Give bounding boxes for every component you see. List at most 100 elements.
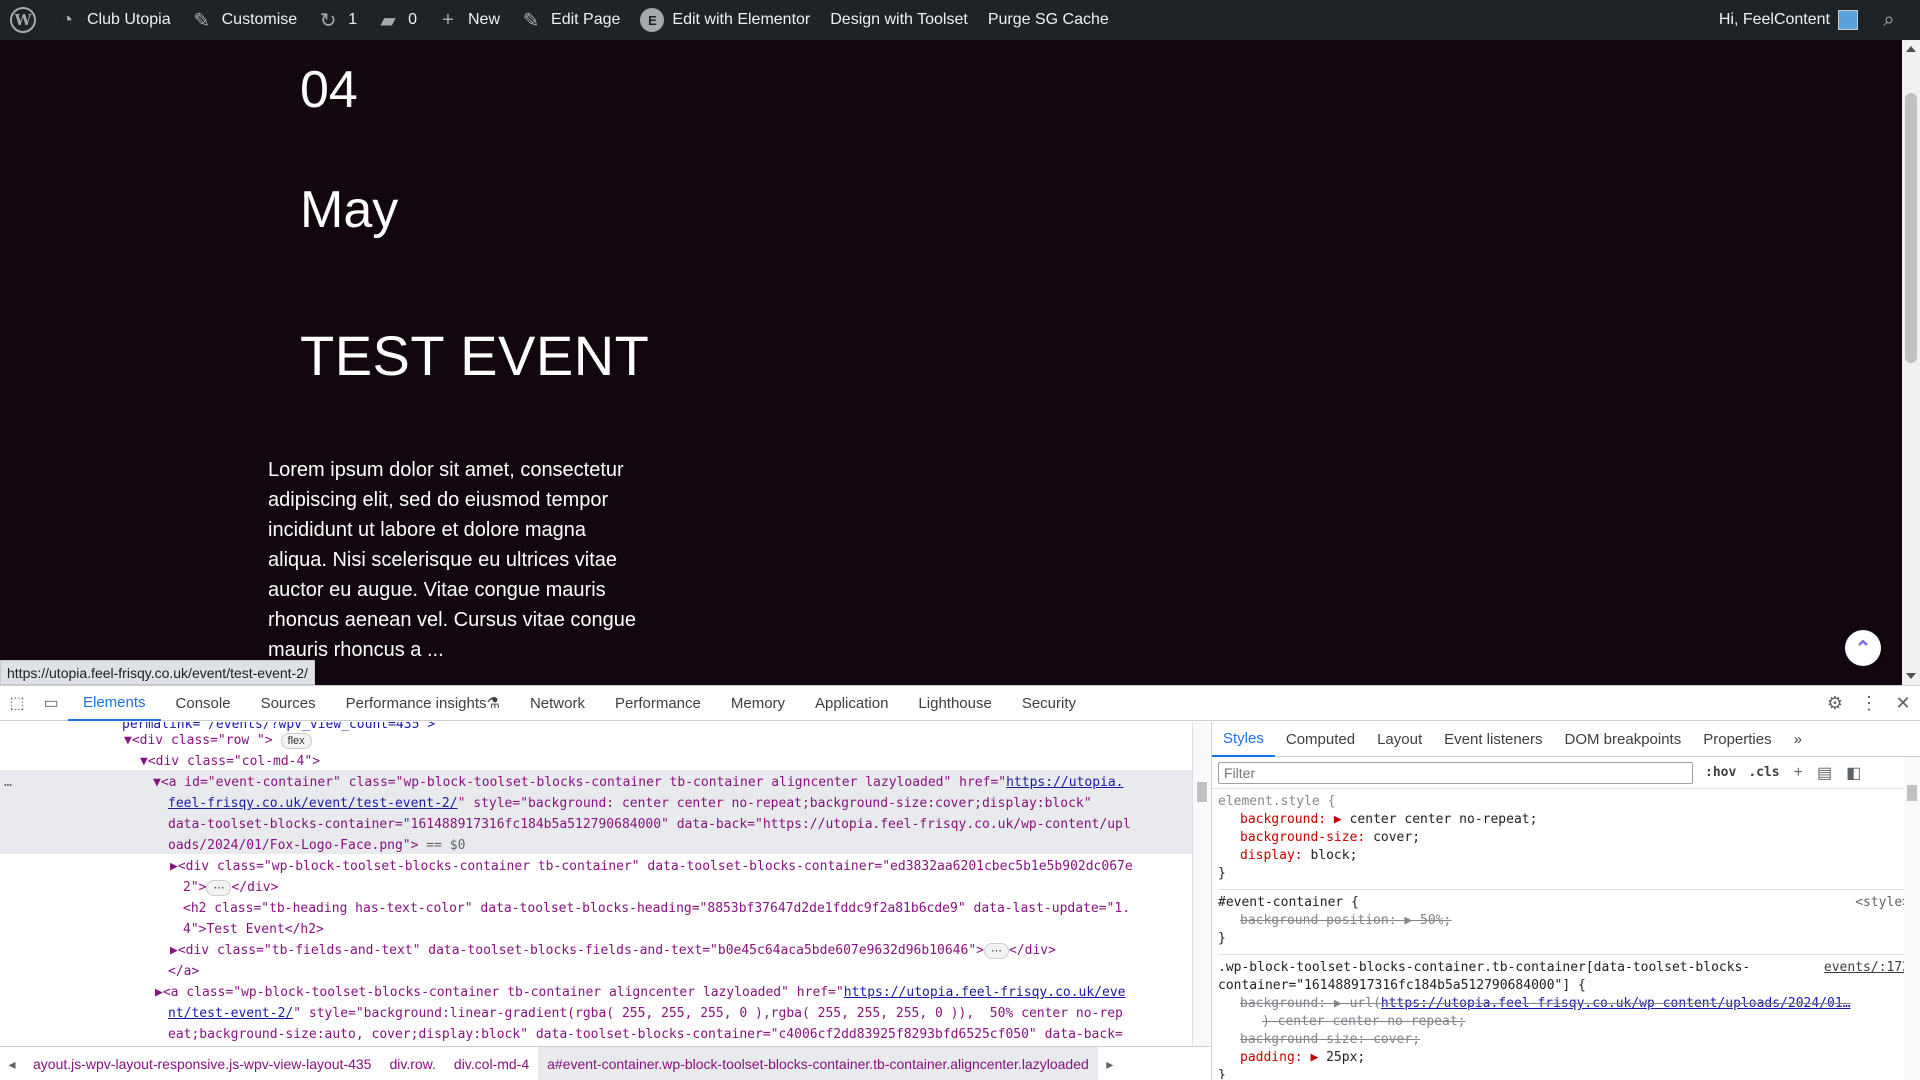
expand-triangle-icon[interactable]: ▶ (170, 859, 178, 874)
breadcrumb-right-arrow-icon[interactable]: ▸ (1098, 1056, 1122, 1073)
property-value: 25px; (1326, 1050, 1366, 1065)
dom-node-row[interactable]: ▼<div class="row "> flex (124, 730, 312, 751)
scroll-up-arrow-icon[interactable] (1906, 46, 1916, 52)
styles-tab-dom-breakpoints[interactable]: DOM breakpoints (1554, 722, 1693, 757)
more-options-icon[interactable]: ⋮ (1852, 686, 1886, 721)
rule-source-link[interactable]: events/:172 (1824, 959, 1910, 977)
dom-tag: <div class="col-md-4"> (147, 754, 321, 769)
dom-node-col[interactable]: ▼<div class="col-md-4"> (140, 751, 320, 772)
devtools-tab-elements[interactable]: Elements (68, 686, 161, 721)
elements-scrollbar[interactable] (1192, 722, 1210, 1047)
event-title[interactable]: TEST EVENT (300, 323, 649, 388)
style-property-overridden[interactable]: background-size: cover; (1218, 1031, 1914, 1049)
customise-link[interactable]: ✎ Customise (181, 0, 308, 40)
styles-tab-properties[interactable]: Properties (1692, 722, 1782, 757)
url-function: url( (1349, 996, 1381, 1011)
new-label: New (468, 11, 501, 28)
href-link[interactable]: https://utopia. (1006, 775, 1123, 790)
ellipsis-badge[interactable]: ⋯ (206, 880, 232, 896)
new-style-rule-icon[interactable]: + (1794, 764, 1803, 782)
my-account-link[interactable]: Hi, FeelContent (1709, 0, 1868, 40)
expand-triangle-icon[interactable]: ▼ (124, 733, 132, 748)
cls-toggle[interactable]: .cls (1748, 765, 1779, 780)
site-name-link[interactable]: ◔ Club Utopia (46, 0, 181, 40)
breadcrumb-item[interactable]: div.col-md-4 (445, 1047, 538, 1080)
href-link[interactable]: https://utopia.feel-frisqy.co.uk/eve (844, 985, 1126, 1000)
devtools-tab-memory[interactable]: Memory (716, 686, 800, 721)
paint-brush-icon[interactable]: ▤ (1817, 763, 1832, 783)
edit-elementor-label: Edit with Elementor (672, 11, 811, 28)
expand-triangle-icon[interactable]: ▼ (140, 754, 148, 769)
dom-node-inner-container[interactable]: ▶<div class="wp-block-toolset-blocks-con… (170, 856, 1133, 877)
style-property-overridden[interactable]: background: ▶ url(https://utopia.feel-fr… (1218, 995, 1914, 1013)
breadcrumb-item-selected[interactable]: a#event-container.wp-block-toolset-block… (538, 1047, 1098, 1080)
expand-triangle-icon[interactable]: ▶ (155, 985, 163, 1000)
href-link[interactable]: feel-frisqy.co.uk/event/test-event-2/ (168, 796, 458, 811)
dom-tag: </a> (168, 964, 200, 979)
elements-tree[interactable]: permalink="/events/?wpv_view_count=435">… (0, 722, 1210, 1047)
style-rule-element: element.style { background: ▶ center cen… (1218, 793, 1914, 890)
inspect-element-icon[interactable]: ⬚ (0, 686, 34, 721)
purge-cache-link[interactable]: Purge SG Cache (978, 0, 1119, 40)
close-icon[interactable]: ✕ (1886, 686, 1920, 721)
dom-node-event-container[interactable]: ▼<a id="event-container" class="wp-block… (153, 772, 1124, 793)
node-options-dots[interactable]: … (4, 772, 12, 793)
styles-scrollbar[interactable] (1904, 757, 1920, 1080)
property-url-link[interactable]: https://utopia.feel-frisqy.co.uk/wp-cont… (1381, 996, 1851, 1011)
devtools-tab-console[interactable]: Console (161, 686, 246, 721)
expand-triangle-icon[interactable]: ▶ (170, 943, 178, 958)
design-with-toolset-link[interactable]: Design with Toolset (820, 0, 978, 40)
breadcrumb-item[interactable]: ayout.js-wpv-layout-responsive.js-wpv-vi… (24, 1047, 380, 1080)
styles-filter-input[interactable] (1218, 761, 1693, 784)
devtools-tab-network[interactable]: Network (515, 686, 600, 721)
breadcrumb-item[interactable]: div.row. (380, 1047, 444, 1080)
ellipsis-badge[interactable]: ⋯ (983, 943, 1009, 959)
comments-link[interactable]: ▰ 0 (367, 0, 427, 40)
devtools-tab-lighthouse[interactable]: Lighthouse (903, 686, 1006, 721)
page-viewport: 04 May TEST EVENT Lorem ipsum dolor sit … (0, 40, 1920, 685)
styles-tab-styles[interactable]: Styles (1212, 722, 1275, 757)
dom-node-next-container[interactable]: ▶<a class="wp-block-toolset-blocks-conta… (155, 982, 1126, 1003)
devtools-tab-security[interactable]: Security (1007, 686, 1091, 721)
new-content-link[interactable]: + New (427, 0, 510, 40)
devtools-tab-performance-insights[interactable]: Performance insights ⚗ (331, 686, 515, 721)
style-property[interactable]: background: ▶ center center no-repeat; (1218, 811, 1914, 829)
styles-filter-row: :hov .cls + ▤ ◧ (1212, 757, 1920, 789)
scroll-down-arrow-icon[interactable] (1906, 673, 1916, 679)
breadcrumb-left-arrow-icon[interactable]: ◂ (0, 1056, 24, 1073)
elements-scrollbar-thumb[interactable] (1197, 782, 1207, 802)
styles-tab-layout[interactable]: Layout (1366, 722, 1433, 757)
devtools-tab-application[interactable]: Application (800, 686, 903, 721)
page-scrollbar[interactable] (1902, 40, 1920, 685)
devtools-tab-performance[interactable]: Performance (600, 686, 716, 721)
wordpress-menu[interactable]: W (0, 0, 46, 40)
page-scrollbar-thumb[interactable] (1905, 93, 1917, 363)
device-toolbar-icon[interactable]: ▭ (34, 686, 68, 721)
dom-line: </a> (168, 961, 199, 982)
search-button[interactable]: ⌕ (1868, 0, 1920, 40)
comment-bubble-icon: ▰ (380, 9, 396, 32)
style-property[interactable]: display: block; (1218, 847, 1914, 865)
flex-badge[interactable]: flex (280, 733, 312, 749)
edit-page-link[interactable]: ✎ Edit Page (510, 0, 630, 40)
more-tabs-chevron-icon[interactable]: » (1783, 722, 1813, 757)
settings-gear-icon[interactable]: ⚙ (1818, 686, 1852, 721)
updates-link[interactable]: ↻ 1 (307, 0, 367, 40)
expand-triangle-icon[interactable]: ▼ (153, 775, 161, 790)
styles-scrollbar-thumb[interactable] (1907, 785, 1917, 801)
style-property-overridden[interactable]: background-position: ▶ 50%; (1218, 912, 1914, 930)
purge-cache-label: Purge SG Cache (987, 11, 1109, 28)
styles-tab-event-listeners[interactable]: Event listeners (1433, 722, 1553, 757)
href-link[interactable]: nt/test-event-2/ (168, 1006, 293, 1021)
style-property[interactable]: background-size: cover; (1218, 829, 1914, 847)
clickup-widget-button[interactable]: ⌃ (1845, 630, 1881, 666)
edit-with-elementor-link[interactable]: E Edit with Elementor (630, 0, 820, 40)
dom-node-heading[interactable]: <h2 class="tb-heading has-text-color" da… (183, 898, 1130, 919)
styles-tabs: Styles Computed Layout Event listeners DOM b… (1212, 722, 1783, 757)
toggle-sidebar-icon[interactable]: ◧ (1846, 763, 1861, 783)
styles-tab-computed[interactable]: Computed (1275, 722, 1366, 757)
hov-toggle[interactable]: :hov (1705, 765, 1736, 780)
dom-node-fields[interactable]: ▶<div class="tb-fields-and-text" data-to… (170, 940, 1056, 961)
devtools-tab-sources[interactable]: Sources (246, 686, 331, 721)
style-property[interactable]: padding: ▶ 25px; (1218, 1049, 1914, 1067)
